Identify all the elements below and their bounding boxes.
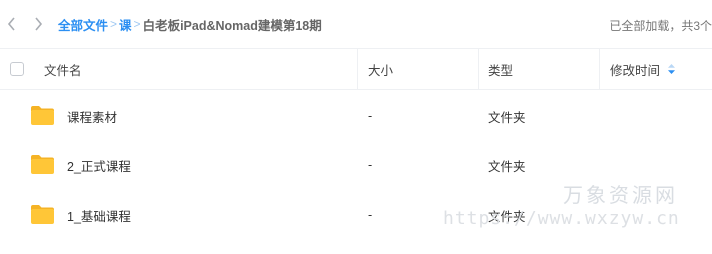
breadcrumb-item-course[interactable]: 课 [119, 15, 132, 34]
folder-icon [30, 154, 55, 175]
breadcrumb-item-current: 白老板iPad&Nomad建模第18期 [142, 18, 322, 33]
back-button[interactable] [0, 13, 22, 35]
watermark-brand: 万象资源网 [563, 183, 678, 207]
file-type: 文件夹 [488, 110, 526, 125]
breadcrumb: 全部文件 > 课 > 白老板iPad&Nomad建模第18期 [58, 15, 322, 33]
file-manager: 全部文件 > 课 > 白老板iPad&Nomad建模第18期 已全部加载，共3个… [0, 0, 712, 254]
column-header-name-label: 文件名 [44, 63, 82, 78]
breadcrumb-separator: > [133, 17, 141, 31]
folder-icon [30, 204, 55, 225]
breadcrumb-item-all-files[interactable]: 全部文件 [58, 15, 108, 34]
column-divider[interactable] [599, 49, 600, 89]
file-row[interactable]: 课程素材 - 文件夹 [0, 91, 712, 141]
column-header-type[interactable]: 类型 [488, 49, 513, 89]
column-divider[interactable] [357, 49, 358, 89]
column-header-type-label: 类型 [488, 63, 514, 78]
load-status-text: 已全部加载，共3个 [609, 19, 712, 33]
file-size: - [368, 158, 373, 172]
file-name[interactable]: 课程素材 [67, 91, 117, 141]
chevron-left-icon [7, 17, 15, 31]
forward-button[interactable] [27, 13, 49, 35]
watermark-url: https://www.wxzyw.cn [443, 208, 680, 229]
file-size: - [368, 208, 373, 222]
column-header-modified[interactable]: 修改时间 [610, 49, 676, 89]
column-divider[interactable] [478, 49, 479, 89]
sort-icon[interactable] [668, 64, 676, 74]
column-header-name[interactable]: 文件名 [44, 49, 82, 89]
column-header-size[interactable]: 大小 [368, 49, 393, 89]
file-name[interactable]: 2_正式课程 [67, 140, 131, 190]
file-name[interactable]: 1_基础课程 [67, 190, 131, 240]
sort-arrows-icon [668, 64, 676, 74]
top-navigation-bar: 全部文件 > 课 > 白老板iPad&Nomad建模第18期 已全部加载，共3个 [0, 0, 712, 48]
column-header-modified-label: 修改时间 [610, 63, 661, 78]
folder-icon [30, 105, 55, 126]
file-size: - [368, 109, 373, 123]
breadcrumb-separator: > [110, 17, 118, 31]
chevron-right-icon [34, 17, 42, 31]
select-all-checkbox[interactable] [10, 62, 24, 76]
column-header-size-label: 大小 [368, 63, 394, 78]
file-type: 文件夹 [488, 159, 526, 174]
column-header-row: 文件名 大小 类型 修改时间 [0, 48, 712, 90]
